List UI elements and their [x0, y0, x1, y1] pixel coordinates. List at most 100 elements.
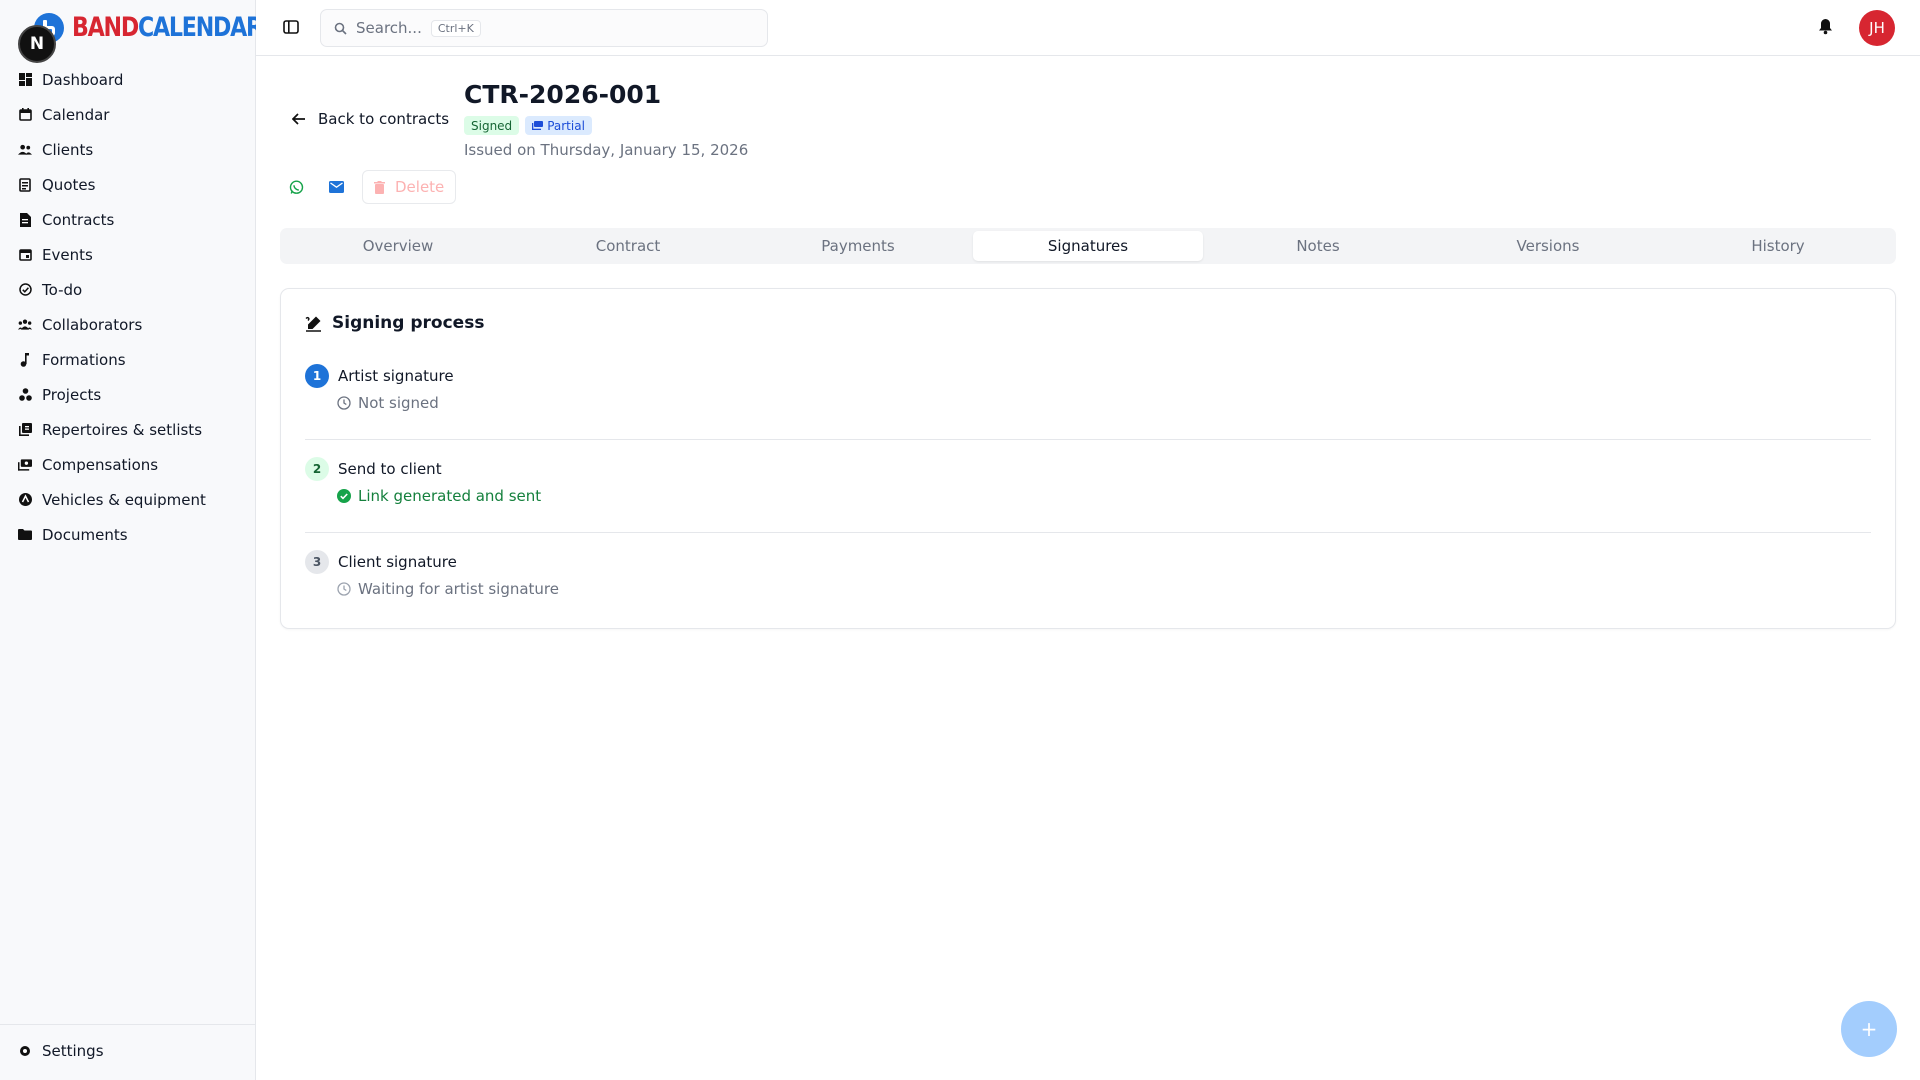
- sidebar-item-label: Settings: [42, 1042, 104, 1060]
- sidebar-item-vehicles[interactable]: Vehicles & equipment: [0, 482, 256, 517]
- sidebar-footer: Settings: [0, 1024, 256, 1080]
- sidebar-item-quotes[interactable]: Quotes: [0, 167, 256, 202]
- step-number: 2: [305, 457, 329, 481]
- step-status: Link generated and sent: [337, 487, 541, 505]
- tab-notes[interactable]: Notes: [1203, 231, 1433, 261]
- topbar: Search... Ctrl+K JH: [256, 0, 1920, 56]
- partial-badge-label: Partial: [547, 118, 585, 133]
- whatsapp-button[interactable]: [282, 170, 310, 204]
- library-icon: [18, 423, 32, 437]
- card-header: Signing process: [305, 313, 484, 333]
- check-circle-icon: [337, 489, 351, 503]
- step-header: 1 Artist signature: [305, 364, 454, 388]
- calendar-icon: [18, 108, 32, 122]
- delete-label: Delete: [395, 178, 445, 196]
- sidebar-item-calendar[interactable]: Calendar: [0, 97, 256, 132]
- vehicle-icon: [18, 493, 32, 507]
- clock-icon: [337, 396, 351, 410]
- sidebar-item-clients[interactable]: Clients: [0, 132, 256, 167]
- quote-icon: [18, 177, 32, 192]
- arrow-left-icon: [292, 113, 306, 125]
- sidebar-item-label: Formations: [42, 350, 126, 369]
- card-title: Signing process: [332, 313, 485, 333]
- sidebar-item-label: Documents: [42, 525, 128, 544]
- step-number: 3: [305, 550, 329, 574]
- sidebar-nav: Dashboard Calendar Clients Quotes Contra…: [0, 62, 256, 552]
- payments-icon: [18, 458, 32, 472]
- collaborators-icon: [18, 318, 32, 332]
- step-title: Send to client: [338, 460, 442, 478]
- sidebar-item-todo[interactable]: To-do: [0, 272, 256, 307]
- user-avatar[interactable]: JH: [1859, 10, 1895, 46]
- sidebar-item-label: Compensations: [42, 455, 159, 474]
- mail-icon: [328, 181, 344, 193]
- tab-contract[interactable]: Contract: [513, 231, 743, 261]
- email-button[interactable]: [322, 170, 350, 204]
- gear-icon: [18, 1044, 32, 1058]
- delete-button[interactable]: Delete: [362, 170, 457, 204]
- signed-badge: Signed: [464, 116, 520, 135]
- dev-tools-badge[interactable]: N: [18, 25, 56, 63]
- step-header: 2 Send to client: [305, 457, 442, 481]
- todo-icon: [18, 283, 32, 297]
- payment-icon: [532, 121, 544, 130]
- sidebar-item-label: Quotes: [42, 175, 96, 194]
- tab-payments[interactable]: Payments: [743, 231, 973, 261]
- bell-icon[interactable]: [1818, 18, 1833, 35]
- trash-icon: [374, 180, 385, 194]
- sidebar-toggle-icon[interactable]: [282, 18, 302, 38]
- sidebar-item-contracts[interactable]: Contracts: [0, 202, 256, 237]
- divider: [305, 532, 1871, 533]
- sidebar-item-formations[interactable]: Formations: [0, 342, 256, 377]
- tab-overview[interactable]: Overview: [283, 231, 513, 261]
- event-icon: [18, 248, 32, 262]
- sidebar-item-label: Projects: [42, 385, 102, 404]
- sidebar-item-label: Vehicles & equipment: [42, 490, 206, 509]
- tab-versions[interactable]: Versions: [1433, 231, 1663, 261]
- signing-process-card: Signing process 1 Artist signature Not s…: [280, 288, 1896, 629]
- sidebar-item-settings[interactable]: Settings: [18, 1042, 104, 1060]
- music-note-icon: [18, 352, 32, 367]
- contract-actions: Delete: [282, 170, 457, 204]
- clock-icon: [337, 582, 351, 596]
- sidebar-item-label: Calendar: [42, 105, 110, 124]
- step-title: Artist signature: [338, 367, 454, 385]
- contract-icon: [18, 212, 32, 227]
- status-badges: Signed Partial: [464, 116, 592, 135]
- sidebar-item-projects[interactable]: Projects: [0, 377, 256, 412]
- partial-badge: Partial: [525, 116, 592, 135]
- dashboard-icon: [18, 73, 32, 87]
- add-fab-button[interactable]: +: [1841, 1001, 1897, 1057]
- tab-signatures[interactable]: Signatures: [973, 231, 1203, 261]
- signature-icon: [305, 315, 322, 332]
- step-status-text: Waiting for artist signature: [358, 580, 559, 598]
- search-shortcut: Ctrl+K: [430, 19, 481, 37]
- sidebar-item-collaborators[interactable]: Collaborators: [0, 307, 256, 342]
- step-status: Waiting for artist signature: [337, 580, 559, 598]
- tab-history[interactable]: History: [1663, 231, 1893, 261]
- sidebar-item-label: Contracts: [42, 210, 115, 229]
- issued-date: Issued on Thursday, January 15, 2026: [464, 141, 749, 159]
- sidebar-item-documents[interactable]: Documents: [0, 517, 256, 552]
- users-icon: [18, 143, 32, 157]
- whatsapp-icon: [289, 179, 304, 195]
- sidebar-item-repertoires[interactable]: Repertoires & setlists: [0, 412, 256, 447]
- step-title: Client signature: [338, 553, 457, 571]
- page-title: CTR-2026-001: [464, 80, 662, 109]
- sidebar: BANDCALENDAR Dashboard Calendar Clients …: [0, 0, 263, 1080]
- sidebar-item-events[interactable]: Events: [0, 237, 256, 272]
- search-input[interactable]: Search... Ctrl+K: [320, 9, 768, 47]
- divider: [305, 439, 1871, 440]
- sidebar-item-dashboard[interactable]: Dashboard: [0, 62, 256, 97]
- projects-icon: [18, 388, 32, 402]
- logo-text: BANDCALENDAR: [72, 12, 263, 43]
- contract-tabs: Overview Contract Payments Signatures No…: [280, 228, 1896, 264]
- back-to-contracts-link[interactable]: Back to contracts: [292, 110, 449, 128]
- step-header: 3 Client signature: [305, 550, 457, 574]
- step-send-to-client: 2 Send to client Link generated and sent: [305, 457, 1871, 550]
- sidebar-item-compensations[interactable]: Compensations: [0, 447, 256, 482]
- step-client-signature: 3 Client signature Waiting for artist si…: [305, 550, 1871, 643]
- step-number: 1: [305, 364, 329, 388]
- back-label: Back to contracts: [318, 110, 450, 128]
- search-icon: [334, 22, 347, 35]
